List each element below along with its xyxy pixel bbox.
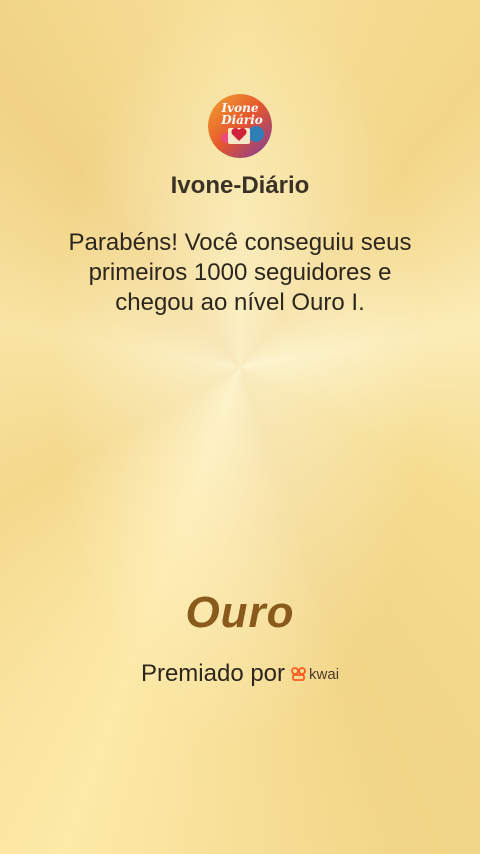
avatar[interactable]: Ivone Diário	[208, 94, 272, 158]
awarded-by-label: Premiado por	[140, 660, 286, 687]
kwai-logo-icon	[291, 667, 306, 681]
svg-text:Diário: Diário	[220, 113, 263, 127]
level-title: Ouro	[185, 588, 295, 637]
kwai-wordmark: kwai	[309, 665, 340, 683]
achievement-message: Parabéns! Você conseguiu seus primeiros …	[68, 229, 412, 316]
kwai-brand: kwai	[291, 666, 339, 683]
username: Ivone-Diário	[170, 172, 310, 199]
avatar-image: Ivone Diário	[208, 94, 272, 158]
awarded-by: Premiado por kwai	[0, 660, 480, 688]
